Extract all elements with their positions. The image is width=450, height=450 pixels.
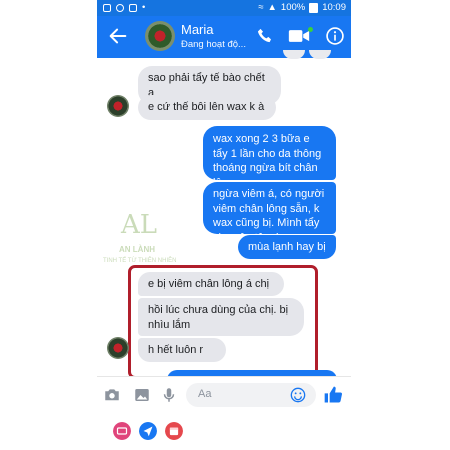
message-text: e bị viêm chân lông á chị — [148, 278, 270, 290]
extras-toolbar — [97, 412, 351, 450]
message-incoming[interactable]: h hết luôn r — [138, 338, 226, 362]
camera-icon[interactable] — [103, 386, 121, 404]
status-right-icons: ≈ ▲ 100% 10:09 — [258, 2, 346, 13]
wifi-icon: ≈ — [258, 2, 264, 13]
notification-icon — [103, 3, 111, 12]
active-status: Đang hoạt độ... — [181, 39, 246, 50]
messenger-screen: • ≈ ▲ 100% 10:09 Maria Đang hoạt độ... A… — [97, 0, 351, 450]
sender-avatar[interactable] — [107, 337, 129, 359]
conversation[interactable]: AL AN LÀNH TINH TẾ TỪ THIÊN NHIÊN sao ph… — [97, 50, 351, 380]
message-outgoing[interactable]: mùa lạnh hay bị — [238, 235, 336, 259]
watermark-name: AN LÀNH — [119, 245, 155, 254]
message-incoming[interactable]: e cứ thế bôi lên wax k à — [138, 95, 276, 120]
notification-icon — [129, 3, 137, 12]
gif-icon[interactable] — [113, 422, 131, 440]
back-arrow-icon[interactable] — [107, 25, 129, 47]
composer: Aa — [97, 376, 351, 413]
more-notifications-icon: • — [142, 2, 146, 13]
emoji-icon[interactable] — [290, 387, 306, 403]
microphone-icon[interactable] — [160, 386, 178, 404]
message-text: e cứ thế bôi lên wax k à — [148, 101, 265, 113]
message-text: wax xong 2 3 bữa e tẩy 1 lần cho da thôn… — [213, 133, 322, 189]
message-outgoing[interactable]: ngừa viêm á, có người viêm chân lông sẵn… — [203, 182, 336, 244]
calendar-icon[interactable] — [165, 422, 183, 440]
previous-messages — [283, 50, 331, 60]
message-incoming[interactable]: e bị viêm chân lông á chị — [138, 272, 284, 296]
info-icon[interactable] — [325, 26, 345, 46]
online-indicator — [308, 27, 313, 32]
clock: 10:09 — [322, 2, 346, 13]
thumbs-up-icon[interactable] — [323, 385, 343, 405]
messenger-notification-icon — [116, 3, 124, 12]
message-outgoing[interactable]: wax xong 2 3 bữa e tẩy 1 lần cho da thôn… — [203, 126, 336, 189]
message-text: hồi lúc chưa dùng của chị. bị nhìu lắm — [148, 304, 289, 331]
location-icon[interactable] — [139, 422, 157, 440]
status-left-icons: • — [103, 2, 145, 13]
sender-avatar[interactable] — [107, 95, 129, 117]
message-text: mùa lạnh hay bị — [248, 241, 326, 253]
message-incoming[interactable]: hồi lúc chưa dùng của chị. bị nhìu lắm — [138, 298, 304, 336]
video-camera-icon[interactable] — [288, 27, 310, 45]
watermark-tagline: TINH TẾ TỪ THIÊN NHIÊN — [103, 258, 177, 264]
watermark-logo: AL — [121, 210, 158, 240]
message-placeholder: Aa — [198, 388, 212, 400]
battery-percent: 100% — [280, 2, 306, 13]
status-bar: • ≈ ▲ 100% 10:09 — [97, 0, 351, 16]
avatar[interactable] — [145, 21, 175, 51]
phone-icon[interactable] — [255, 26, 275, 46]
message-text: h hết luôn r — [148, 344, 204, 356]
contact-name[interactable]: Maria — [181, 22, 214, 37]
message-input[interactable]: Aa — [186, 383, 316, 407]
image-icon[interactable] — [133, 386, 151, 404]
signal-icon: ▲ — [267, 2, 277, 13]
battery-icon — [309, 2, 319, 13]
